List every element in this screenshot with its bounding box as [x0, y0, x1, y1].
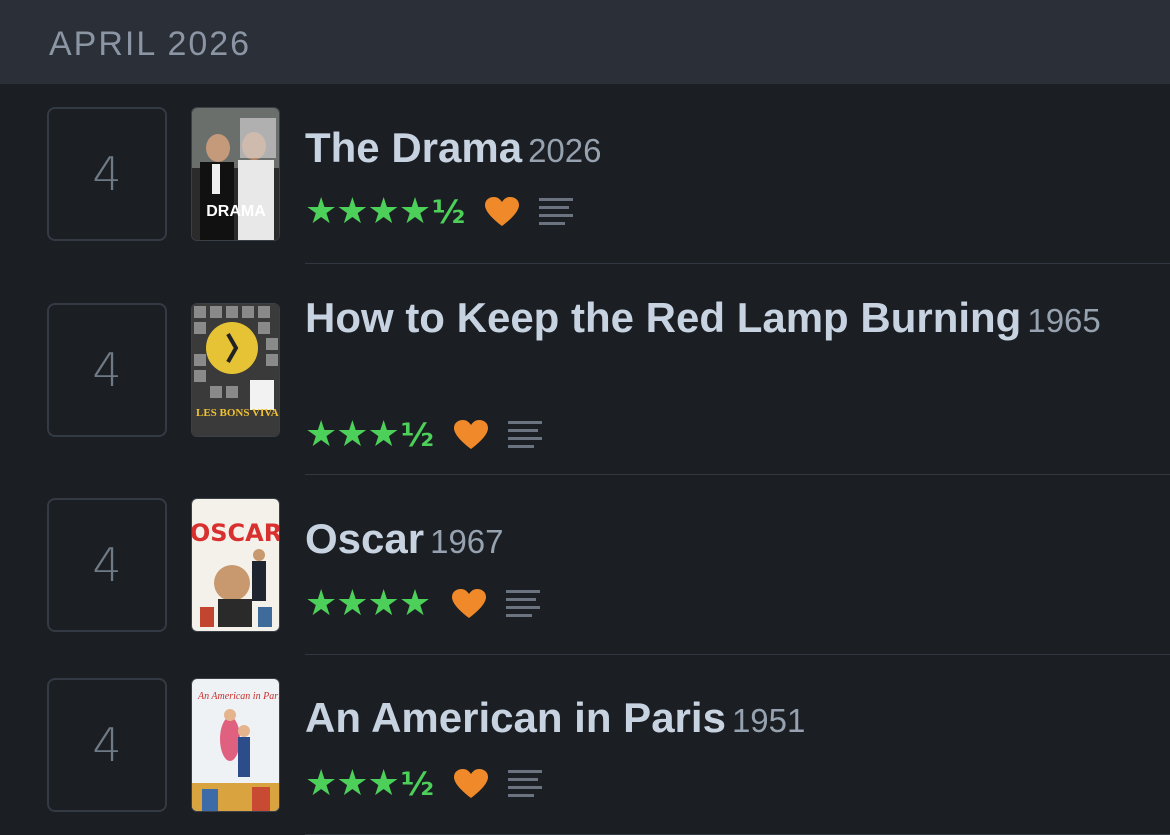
film-title[interactable]: An American in Paris: [305, 694, 726, 741]
star-rating: ★★★★: [305, 191, 431, 232]
day-badge[interactable]: 4: [47, 498, 167, 632]
poster-image: LES BONS VIVANTS: [192, 304, 280, 436]
half-star: ½: [432, 193, 466, 231]
review-lines-icon[interactable]: [506, 589, 541, 619]
poster-image: An American in Paris: [192, 679, 280, 811]
heart-icon: [453, 420, 488, 449]
star-rating: ★★★: [305, 414, 400, 455]
poster-title-text: OSCAR: [192, 519, 280, 547]
entry-divider: [305, 263, 1170, 264]
film-title-block[interactable]: How to Keep the Red Lamp Burning 1965: [305, 292, 1125, 347]
half-star: ½: [400, 765, 434, 803]
month-header: APRIL 2026: [0, 0, 1170, 84]
film-poster[interactable]: OSCAR: [191, 498, 280, 632]
entry-divider: [305, 474, 1170, 475]
star-rating: ★★★★: [305, 583, 431, 624]
poster-title-text: An American in Paris: [197, 691, 280, 702]
day-badge[interactable]: 4: [47, 678, 167, 812]
film-title-block[interactable]: Oscar 1967: [305, 513, 1125, 568]
review-lines-icon[interactable]: [539, 197, 574, 227]
star-rating: ★★★: [305, 763, 400, 804]
film-title[interactable]: Oscar: [305, 515, 424, 562]
poster-title-text: LES BONS VIVANTS: [196, 407, 280, 419]
heart-icon: [452, 589, 487, 618]
poster-image: OSCAR: [192, 499, 280, 631]
poster-image: DRAMA: [192, 108, 279, 240]
film-title-block[interactable]: The Drama 2026: [305, 122, 1125, 177]
day-badge[interactable]: 4: [47, 303, 167, 437]
rating-row: ★★★★ ½: [305, 191, 574, 232]
review-lines-icon[interactable]: [507, 769, 542, 799]
film-poster[interactable]: LES BONS VIVANTS: [191, 303, 280, 437]
film-year[interactable]: 1967: [430, 523, 503, 560]
heart-icon: [485, 197, 520, 226]
rating-row: ★★★ ½: [305, 414, 542, 455]
review-lines-icon[interactable]: [507, 420, 542, 450]
film-year[interactable]: 2026: [528, 132, 601, 169]
day-badge[interactable]: 4: [47, 107, 167, 241]
month-label: APRIL 2026: [49, 25, 252, 63]
poster-title-text: DRAMA: [206, 203, 266, 220]
half-star: ½: [400, 416, 434, 454]
rating-row: ★★★ ½: [305, 763, 542, 804]
film-year[interactable]: 1951: [732, 702, 805, 739]
film-year[interactable]: 1965: [1027, 302, 1100, 339]
film-poster[interactable]: An American in Paris: [191, 678, 280, 812]
entry-divider: [305, 654, 1170, 655]
rating-row: ★★★★: [305, 583, 541, 624]
film-title[interactable]: The Drama: [305, 124, 522, 171]
film-title-block[interactable]: An American in Paris 1951: [305, 692, 1125, 747]
film-poster[interactable]: DRAMA: [191, 107, 280, 241]
heart-icon: [453, 769, 488, 798]
film-title[interactable]: How to Keep the Red Lamp Burning: [305, 294, 1021, 341]
